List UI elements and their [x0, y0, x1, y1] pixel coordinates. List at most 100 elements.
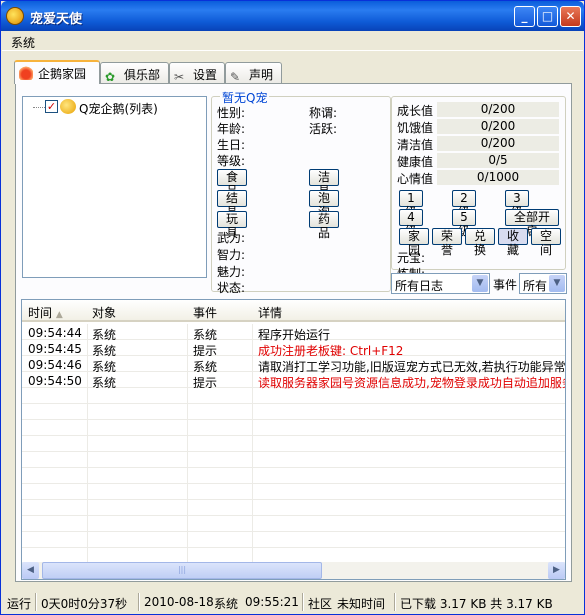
log-header: 时间 ▲ 对象 事件 详情 — [22, 300, 565, 322]
window-title: 宠爱天使 — [30, 12, 83, 27]
yuanbao-label: 元宝: — [397, 251, 426, 265]
log-list[interactable]: 时间 ▲ 对象 事件 详情 09:54:44 系统 系统 程序开始运行 09:54:45… — [21, 299, 566, 580]
cell-time: 09:54:45 — [28, 342, 82, 356]
penguin-tree[interactable]: ✓ Q宠企鹅(列表) — [22, 96, 207, 278]
status-bar: 运行 0天0时0分37秒 2010-08-18 系统 09:55:21 社区 未… — [2, 590, 583, 614]
nav-home-button[interactable]: 家园 — [399, 228, 429, 257]
bubble-button[interactable]: 泡泡 — [309, 190, 339, 219]
stat-mood-value: 0/1000 — [437, 170, 559, 185]
col-event-header[interactable]: 事件 — [193, 304, 217, 321]
tree-line — [33, 107, 45, 108]
nav-exchange-button[interactable]: 兑换 — [465, 228, 495, 257]
field-active: 活跃: — [309, 122, 338, 136]
tree-item-label[interactable]: Q宠企鹅(列表) — [79, 100, 158, 117]
event-label: 事件 — [493, 278, 518, 292]
status-uptime: 0天0时0分37秒 — [41, 597, 128, 611]
stat-growth-value: 0/200 — [437, 102, 559, 117]
stat-clean-label: 清洁值 — [397, 138, 434, 152]
log-filter-select[interactable]: 所有日志 ▼ — [391, 273, 490, 294]
level-1-button[interactable]: 1级 — [399, 190, 423, 219]
horizontal-scrollbar[interactable]: ◀ ||| ▶ — [22, 562, 565, 579]
empty-row — [22, 404, 565, 420]
table-row[interactable]: 09:54:44 系统 系统 程序开始运行 — [22, 324, 565, 342]
empty-row — [22, 452, 565, 468]
menu-system[interactable]: 系统 — [11, 34, 35, 51]
empty-row — [22, 500, 565, 516]
field-intel: 智力: — [217, 248, 246, 262]
tab-label: 声明 — [249, 68, 274, 82]
stat-hunger-label: 饥饿值 — [397, 121, 434, 135]
cell-time: 09:54:44 — [28, 326, 82, 340]
col-detail-header[interactable]: 详情 — [258, 304, 282, 321]
field-force: 武力: — [217, 231, 246, 245]
nav-space-button[interactable]: 空间 — [531, 228, 561, 257]
nav-honor-button[interactable]: 荣誉 — [432, 228, 462, 257]
level-3-button[interactable]: 3级 — [505, 190, 529, 219]
cell-time: 09:54:50 — [28, 374, 82, 388]
tree-item-checkbox[interactable]: ✓ — [45, 100, 58, 113]
scroll-left-icon[interactable]: ◀ — [22, 562, 39, 579]
field-title: 称谓: — [309, 106, 338, 120]
main-window: 宠爱天使 _ □ ✕ 系统 企鹅家园 ✿ 俱乐部 ✂ 设置 ✎ 声明 ✓ Q宠企鹅(列… — [0, 0, 585, 615]
empty-row — [22, 516, 565, 532]
scroll-thumb[interactable]: ||| — [42, 562, 322, 579]
pet-icon — [60, 99, 76, 114]
empty-row — [22, 436, 565, 452]
event-filter-value: 所有 — [523, 279, 548, 293]
event-filter-select[interactable]: 所有 ▼ — [519, 273, 567, 294]
maximize-button[interactable]: □ — [537, 6, 558, 27]
minimize-button[interactable]: _ — [514, 6, 535, 27]
sun-app-icon — [6, 7, 24, 25]
stat-health-label: 健康值 — [397, 155, 434, 169]
chevron-down-icon[interactable]: ▼ — [472, 275, 488, 292]
tab-label: 企鹅家园 — [38, 67, 87, 81]
field-level: 等级: — [217, 154, 246, 168]
tab-panel: ✓ Q宠企鹅(列表) 暂无Q宠 性别: 称谓: 年龄: 活跃: 生日: 等级: … — [15, 83, 572, 582]
toy-button[interactable]: 玩具 — [217, 211, 247, 240]
status-sys: 系统 — [214, 597, 239, 611]
status-community: 社区 — [308, 597, 333, 611]
field-birthday: 生日: — [217, 138, 246, 152]
log-filter-value: 所有日志 — [395, 279, 444, 293]
empty-row — [22, 388, 565, 404]
clean-button[interactable]: 洁具 — [309, 169, 339, 198]
crystal-button[interactable]: 结晶 — [217, 190, 247, 219]
tab-club[interactable]: ✿ 俱乐部 — [100, 62, 169, 83]
house-icon — [19, 66, 33, 80]
stat-hunger-value: 0/200 — [437, 119, 559, 134]
status-download: 已下载 3.17 KB 共 3.17 KB — [400, 597, 553, 611]
empty-row — [22, 532, 565, 548]
field-gender: 性别: — [217, 106, 246, 120]
nav-collect-button[interactable]: 收藏 — [498, 228, 528, 257]
tab-penguin-home[interactable]: 企鹅家园 — [14, 60, 100, 84]
tab-settings[interactable]: ✂ 设置 — [169, 62, 225, 83]
field-charm: 魅力: — [217, 265, 246, 279]
col-object-header[interactable]: 对象 — [92, 304, 116, 321]
table-row[interactable]: 09:54:50 系统 提示 读取服务器家园号资源信息成功,宠物登录成功自动追加服务 — [22, 372, 565, 390]
food-button[interactable]: 食品 — [217, 169, 247, 198]
stat-mood-label: 心情值 — [397, 172, 434, 186]
status-unknown-time: 未知时间 — [337, 597, 386, 611]
stat-health-value: 0/5 — [437, 153, 559, 168]
table-row[interactable]: 09:54:45 系统 提示 成功注册老板键: Ctrl+F12 — [22, 340, 565, 358]
field-state: 状态: — [217, 281, 246, 295]
title-bar[interactable]: 宠爱天使 _ □ ✕ — [1, 1, 584, 31]
stat-growth-label: 成长值 — [397, 104, 434, 118]
level-5-button[interactable]: 5级 — [452, 209, 476, 238]
close-button[interactable]: ✕ — [560, 6, 581, 27]
scroll-right-icon[interactable]: ▶ — [548, 562, 565, 579]
pet-info-group: 暂无Q宠 性别: 称谓: 年龄: 活跃: 生日: 等级: 食品 洁具 结晶 泡泡… — [211, 89, 391, 295]
level-4-button[interactable]: 4级 — [399, 209, 423, 238]
col-time-header[interactable]: 时间 ▲ — [28, 304, 63, 321]
tab-label: 设置 — [193, 68, 218, 82]
table-row[interactable]: 09:54:46 系统 系统 请取消打工学习功能,旧版逗宠方式已无效,若执行功能异常 — [22, 356, 565, 374]
all-open-button[interactable]: 全部开启 — [505, 209, 559, 238]
medicine-button[interactable]: 药品 — [309, 211, 339, 240]
chevron-down-icon[interactable]: ▼ — [549, 275, 565, 292]
empty-row — [22, 420, 565, 436]
status-run: 运行 — [7, 597, 32, 611]
tab-label: 俱乐部 — [124, 68, 161, 82]
sort-up-icon: ▲ — [55, 310, 63, 320]
level-2-button[interactable]: 2级 — [452, 190, 476, 219]
tab-statement[interactable]: ✎ 声明 — [225, 62, 282, 83]
